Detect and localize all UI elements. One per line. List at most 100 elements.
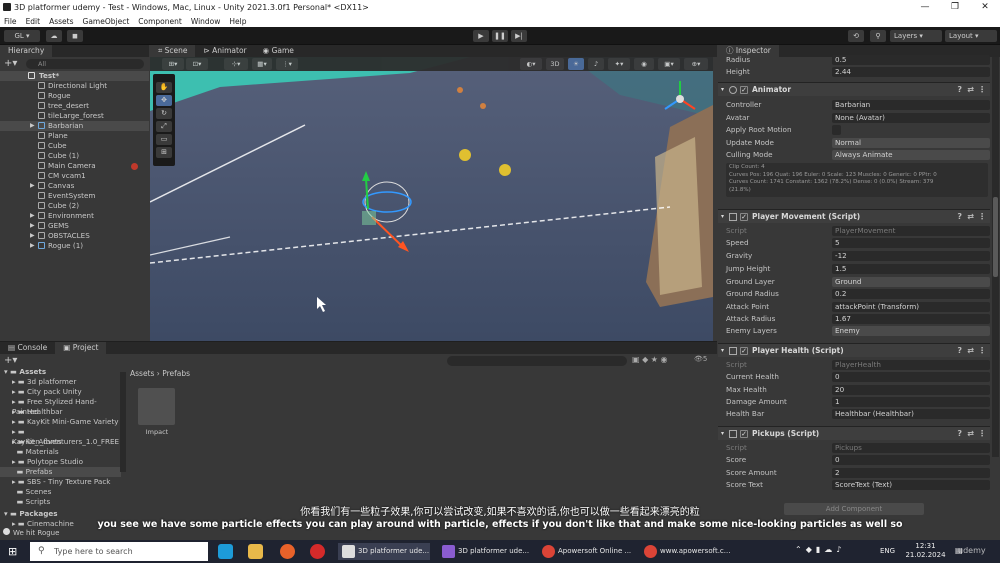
folder-item[interactable]: ▸ ▬ KayKit Mini-Game Variety [0, 417, 121, 427]
height-field[interactable]: Height 2.44 [726, 66, 990, 78]
hierarchy-item[interactable]: Directional Light [0, 81, 149, 91]
start-button[interactable]: ⊞ [8, 546, 19, 557]
preset-icon[interactable]: ⇄ [967, 210, 974, 224]
taskbar-app-unity[interactable]: 3D platformer ude... [338, 543, 430, 560]
expand-arrow-icon[interactable]: ▶ [30, 221, 35, 231]
attack-point-field[interactable]: Attack Point attackPoint (Transform) [726, 301, 990, 313]
cloud-icon[interactable]: ☁ [46, 30, 62, 42]
field-value[interactable]: -12 [832, 251, 990, 261]
field-value[interactable]: 0.5 [832, 55, 990, 65]
snap-increment-dropdown[interactable]: ⋮▾ [276, 58, 298, 70]
pause-button[interactable]: ❚❚ [492, 30, 508, 42]
field-value[interactable]: 2.44 [832, 67, 990, 77]
move-tool-icon[interactable]: ✥ [156, 95, 172, 106]
hierarchy-search[interactable]: All [26, 59, 144, 69]
file-explorer-icon[interactable] [248, 544, 263, 559]
effects-dropdown[interactable]: ✦▾ [608, 58, 630, 70]
collab-icon[interactable]: ◼ [67, 30, 83, 42]
hierarchy-item[interactable]: Cube (2) [0, 201, 149, 211]
damage-amount-field[interactable]: Damage Amount 1 [726, 396, 990, 408]
search-icon[interactable]: ⚲ [870, 30, 886, 42]
edge-browser-icon[interactable] [218, 544, 233, 559]
score-amount-field[interactable]: Score Amount 2 [726, 467, 990, 479]
more-options-icon[interactable]: ⋮ [978, 210, 986, 224]
attack-radius-field[interactable]: Attack Radius 1.67 [726, 313, 990, 325]
search-filter-icons[interactable]: ▣ ◆ ★ ◉ [632, 355, 668, 364]
field-value[interactable]: attackPoint (Transform) [832, 302, 990, 312]
close-button[interactable]: ✕ [970, 0, 1000, 15]
collapse-arrow-icon[interactable]: ▾ [721, 344, 724, 358]
taskbar-app-vs[interactable]: 3D platformer ude... [438, 543, 530, 560]
clock[interactable]: 12:31 21.02.2024 [903, 542, 948, 560]
menu-gameobject[interactable]: GameObject [83, 17, 130, 26]
avatar-field[interactable]: Avatar None (Avatar) [726, 112, 990, 124]
menu-edit[interactable]: Edit [26, 17, 41, 26]
field-value[interactable]: 20 [832, 385, 990, 395]
field-value[interactable]: ScoreText (Text) [832, 480, 990, 490]
field-value[interactable]: 1 [832, 397, 990, 407]
status-message[interactable]: We hit Rogue [13, 529, 59, 537]
mode-2d3d-toggle[interactable]: 3D [546, 58, 564, 70]
folder-item[interactable]: ▬ Scenes [0, 487, 121, 497]
culling-mode-field[interactable]: Culling Mode Always Animate [726, 149, 990, 161]
hierarchy-item[interactable]: Plane [0, 131, 149, 141]
minimize-button[interactable]: — [910, 0, 940, 15]
assets-root[interactable]: ▾ ▬ Assets [0, 367, 121, 377]
apply-root-motion-checkbox[interactable] [832, 125, 841, 135]
field-value[interactable]: 2 [832, 468, 990, 478]
field-value[interactable]: None (Avatar) [832, 113, 990, 123]
help-icon[interactable]: ? [957, 427, 962, 441]
tab-project[interactable]: ▣ Project [55, 342, 107, 354]
scene-viewport[interactable] [150, 57, 713, 341]
hierarchy-item[interactable]: CM vcam1 [0, 171, 149, 181]
pivot-dropdown[interactable]: ⊹▾ [224, 58, 248, 70]
folder-item[interactable]: ▬ Materials [0, 447, 121, 457]
create-icon[interactable]: +▾ [4, 355, 17, 366]
hierarchy-item[interactable]: ▶ GEMS [0, 221, 149, 231]
expand-arrow-icon[interactable]: ▶ [30, 231, 35, 241]
scrollbar-thumb[interactable] [993, 197, 998, 277]
more-options-icon[interactable]: ⋮ [978, 344, 986, 358]
scene-root[interactable]: Test* [0, 71, 149, 81]
audio-icon[interactable]: ♪ [588, 58, 604, 70]
rect-tool-icon[interactable]: ▭ [156, 134, 172, 145]
tab-scene[interactable]: ⌗ Scene [150, 45, 196, 57]
hierarchy-item[interactable]: ▶ Environment [0, 211, 149, 221]
component-enabled-checkbox[interactable]: ✓ [740, 86, 748, 94]
help-icon[interactable]: ? [957, 344, 962, 358]
more-options-icon[interactable]: ⋮ [978, 83, 986, 97]
ground-radius-field[interactable]: Ground Radius 0.2 [726, 288, 990, 300]
project-search-input[interactable] [447, 356, 627, 366]
scene-view[interactable]: ⊞▾ ⊡▾ ⊹▾ ▦▾ ⋮▾ ◐▾ 3D ☀ ♪ ✦▾ ◉ ▣▾ ⊕▾ ✋ ✥ … [150, 57, 713, 341]
menu-file[interactable]: File [4, 17, 17, 26]
folder-item[interactable]: ▸ ▬ Healthbar [0, 407, 121, 417]
collapse-arrow-icon[interactable]: ▾ [721, 427, 724, 441]
hierarchy-item-selected[interactable]: ▶ Barbarian [0, 121, 149, 131]
hierarchy-item[interactable]: Cube (1) [0, 151, 149, 161]
folder-item[interactable]: ▸ ▬ Free Stylized Hand-Painted [0, 397, 121, 416]
history-icon[interactable]: ⟲ [848, 30, 864, 42]
folder-tree-scrollbar[interactable] [120, 372, 126, 472]
camera-dropdown[interactable]: ▣▾ [658, 58, 680, 70]
taskbar-app-apowersoft[interactable]: Apowersoft Online ... [538, 543, 634, 560]
play-button[interactable]: ▶ [473, 30, 489, 42]
preset-icon[interactable]: ⇄ [967, 427, 974, 441]
tab-hierarchy[interactable]: Hierarchy [0, 45, 53, 57]
hierarchy-item[interactable]: tileLarge_forest [0, 111, 149, 121]
folder-item[interactable]: ▸ ▬ Polytope Studio [0, 457, 121, 467]
expand-arrow-icon[interactable]: ▶ [30, 211, 35, 221]
impact-prefab-thumbnail[interactable] [138, 388, 175, 425]
system-tray-icons[interactable]: ⌃◆▮☁♪ [795, 545, 845, 554]
layout-dropdown[interactable]: Layout ▾ [945, 30, 997, 42]
component-enabled-checkbox[interactable]: ✓ [740, 430, 748, 438]
folder-item-selected[interactable]: ▬ Prefabs [0, 467, 121, 477]
score-text-field[interactable]: Score Text ScoreText (Text) [726, 479, 990, 491]
lighting-icon[interactable]: ☀ [568, 58, 584, 70]
layers-dropdown[interactable]: Layers ▾ [890, 30, 942, 42]
field-value[interactable]: Healthbar (Healthbar) [832, 409, 990, 419]
update-mode-dropdown[interactable]: Normal [832, 138, 990, 148]
current-health-field[interactable]: Current Health 0 [726, 371, 990, 383]
scale-tool-icon[interactable]: ⤢ [156, 121, 172, 132]
field-value[interactable]: 0 [832, 455, 990, 465]
folder-item[interactable]: ▸ ▬ ken_fonts [0, 437, 121, 447]
